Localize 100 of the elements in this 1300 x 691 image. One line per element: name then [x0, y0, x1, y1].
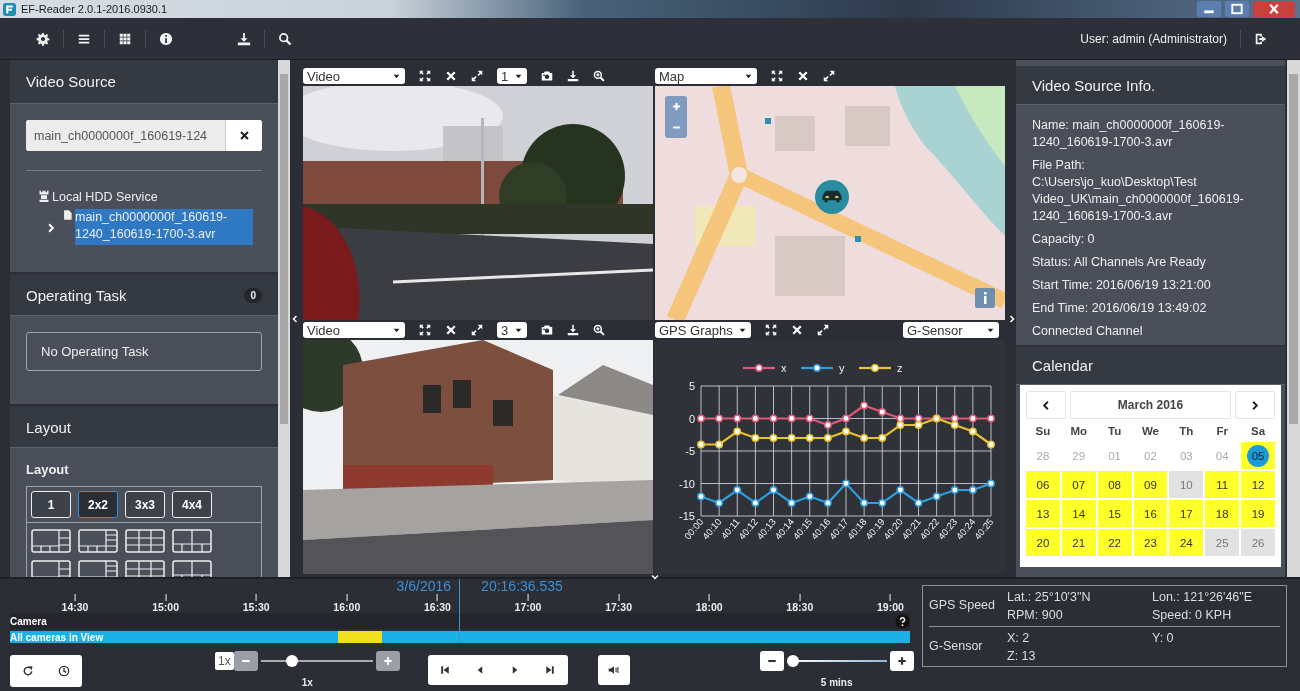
calendar-day[interactable]: 20: [1026, 529, 1060, 556]
calendar-day[interactable]: 14: [1061, 500, 1096, 527]
calendar-day[interactable]: 13: [1026, 500, 1060, 527]
layout-preset-button[interactable]: 1: [31, 491, 71, 518]
legend-marker[interactable]: [859, 364, 891, 372]
channel-select[interactable]: 3: [497, 322, 527, 338]
time-tick-label: 14:30: [61, 601, 89, 613]
source-select[interactable]: Video: [303, 68, 405, 84]
calendar-day[interactable]: 18: [1205, 500, 1240, 527]
legend-marker[interactable]: [743, 364, 775, 372]
source-select[interactable]: Map: [655, 68, 757, 84]
slower-button[interactable]: [233, 651, 258, 671]
source-select[interactable]: Video: [303, 322, 405, 338]
settings-icon[interactable]: [36, 31, 50, 46]
fullscreen-icon[interactable]: [419, 324, 431, 336]
close-icon[interactable]: [797, 70, 809, 82]
calendar-day[interactable]: 06: [1026, 471, 1060, 498]
layout-preset-button[interactable]: 3x3: [125, 491, 165, 518]
layout-preset-button[interactable]: 2x2: [78, 491, 118, 518]
slider-thumb[interactable]: [286, 655, 299, 667]
download-icon[interactable]: [567, 324, 579, 336]
channel-select[interactable]: 1: [497, 68, 527, 84]
clock-icon[interactable]: [58, 665, 70, 677]
calendar-day[interactable]: 23: [1133, 529, 1168, 556]
close-button[interactable]: [1252, 1, 1296, 17]
expand-icon[interactable]: [471, 324, 483, 336]
zoom-in-button[interactable]: [889, 651, 914, 671]
calendar-day[interactable]: 10: [1169, 471, 1204, 498]
plus-icon: [381, 655, 394, 667]
calendar-day[interactable]: 09: [1133, 471, 1168, 498]
camera-icon[interactable]: [541, 324, 553, 336]
grid-icon[interactable]: [118, 31, 132, 46]
expand-icon[interactable]: [817, 324, 829, 336]
layout-preset-button[interactable]: 4x4: [172, 491, 212, 518]
fullscreen-icon[interactable]: [765, 324, 777, 336]
legend-marker[interactable]: [801, 364, 833, 372]
calendar-day[interactable]: 12: [1241, 471, 1275, 498]
layout-grid-icon[interactable]: [31, 560, 71, 577]
expand-icon[interactable]: [471, 70, 483, 82]
minimize-button[interactable]: [1196, 1, 1222, 17]
download-icon[interactable]: [567, 70, 579, 82]
data-point: [805, 414, 814, 423]
layout-grid-icon[interactable]: [125, 560, 165, 577]
logout-icon[interactable]: [1254, 31, 1268, 46]
calendar-day[interactable]: 26: [1241, 529, 1275, 556]
tree-item[interactable]: main_ch0000000f_160619-1240_160619-1700-3.avr: [75, 209, 253, 245]
calendar-day[interactable]: 07: [1061, 471, 1096, 498]
expand-icon[interactable]: [823, 70, 835, 82]
layout-grid-icon[interactable]: [172, 560, 212, 577]
volume-icon[interactable]: [607, 664, 620, 676]
calendar-day[interactable]: 16: [1133, 500, 1168, 527]
layout-grid-icon[interactable]: [78, 529, 118, 553]
fullscreen-icon[interactable]: [771, 70, 783, 82]
car-marker-icon[interactable]: [815, 180, 849, 214]
refresh-icon[interactable]: [22, 665, 34, 677]
fullscreen-icon[interactable]: [419, 70, 431, 82]
calendar-day[interactable]: 25: [1205, 529, 1240, 556]
layout-grid-icon[interactable]: [125, 529, 165, 553]
search-box[interactable]: main_ch0000000f_160619-124: [26, 120, 262, 151]
source-select[interactable]: GPS Graphs: [655, 322, 751, 338]
calendar-day[interactable]: 15: [1097, 500, 1132, 527]
scrollbar[interactable]: [278, 60, 290, 577]
sensor-select[interactable]: G-Sensor: [903, 322, 999, 338]
scrollbar[interactable]: [1287, 60, 1300, 577]
calendar-day[interactable]: 24: [1169, 529, 1204, 556]
faster-button[interactable]: [375, 651, 400, 671]
help-icon[interactable]: [895, 613, 910, 629]
data-point: [715, 414, 724, 423]
tree-item[interactable]: Local HDD Service: [52, 189, 158, 206]
close-icon[interactable]: [445, 70, 457, 82]
clear-button[interactable]: [225, 120, 262, 151]
calendar-day[interactable]: 08: [1097, 471, 1132, 498]
download-icon[interactable]: [237, 31, 251, 46]
calendar-day[interactable]: 05: [1241, 442, 1275, 469]
expand-chevron-icon[interactable]: [46, 223, 56, 233]
zoom-out-button[interactable]: [759, 651, 784, 671]
maximize-button[interactable]: [1224, 1, 1250, 17]
skip-to-start-icon[interactable]: [439, 664, 452, 676]
collapse-down-icon[interactable]: [650, 573, 660, 581]
month-title[interactable]: March 2016: [1070, 391, 1231, 419]
calendar-day[interactable]: 17: [1169, 500, 1204, 527]
collapse-left-icon[interactable]: [290, 313, 299, 324]
collapse-right-icon[interactable]: [1007, 313, 1016, 324]
camera-icon[interactable]: [541, 70, 553, 82]
layout-grid-icon[interactable]: [31, 529, 71, 553]
zoom-in-icon[interactable]: [593, 324, 605, 336]
calendar-day[interactable]: 22: [1097, 529, 1132, 556]
layout-grid-icon[interactable]: [172, 529, 212, 553]
search-icon[interactable]: [278, 31, 292, 46]
calendar-day[interactable]: 11: [1205, 471, 1240, 498]
close-icon[interactable]: [791, 324, 803, 336]
calendar-day[interactable]: 21: [1061, 529, 1096, 556]
close-icon[interactable]: [445, 324, 457, 336]
zoom-in-icon[interactable]: [593, 70, 605, 82]
info-icon[interactable]: [159, 31, 173, 46]
telemetry-title: G-Sensor: [929, 638, 984, 655]
skip-to-end-icon[interactable]: [544, 664, 557, 676]
slider-thumb[interactable]: [786, 655, 799, 667]
layout-grid-icon[interactable]: [78, 560, 118, 577]
calendar-day[interactable]: 19: [1241, 500, 1275, 527]
